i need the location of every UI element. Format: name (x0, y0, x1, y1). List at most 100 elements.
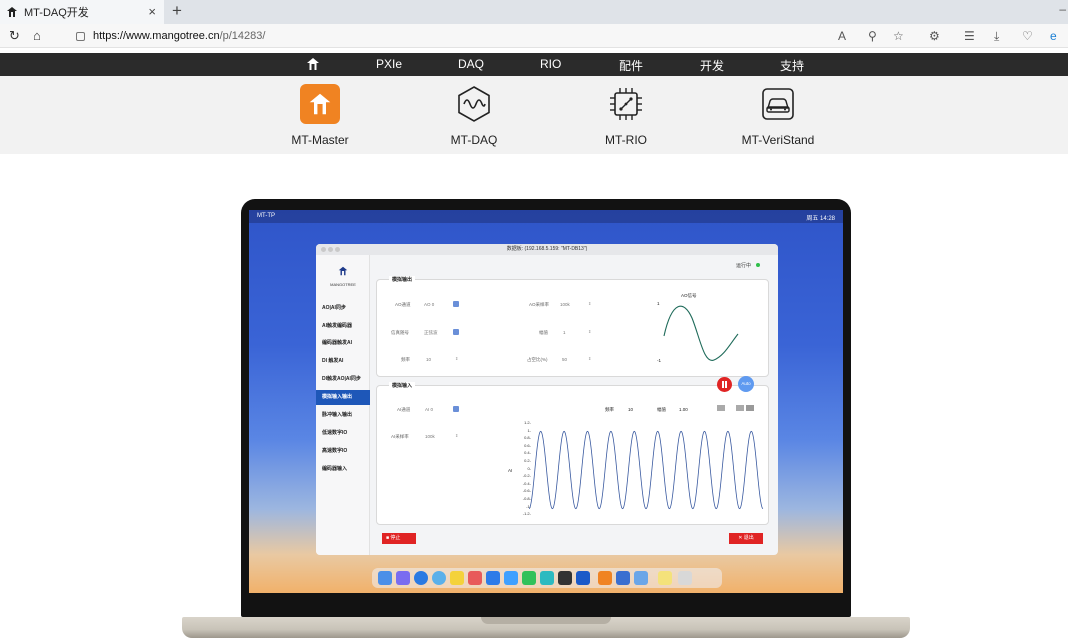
ao-signal-label: 信真随号 (391, 330, 409, 335)
auto-button[interactable]: Auto (738, 376, 754, 392)
messages-icon[interactable] (540, 571, 554, 585)
window-close-icon[interactable] (321, 247, 326, 252)
dropdown-icon[interactable] (453, 301, 459, 307)
stepper-icon[interactable]: ⇕ (588, 301, 591, 306)
settings-icon[interactable] (634, 571, 648, 585)
panel-title: 模拟输出 (389, 276, 416, 283)
ao-channel-label: AO通道 (395, 302, 411, 307)
sidebar-item-analog-io[interactable]: 模拟输入输出 (316, 390, 370, 405)
trash-icon[interactable] (678, 571, 692, 585)
mt-app-icon[interactable] (598, 571, 612, 585)
read-aloud-icon[interactable]: A (838, 29, 846, 43)
sidebar-item-encoder-input[interactable]: 编码器输入 (316, 462, 370, 477)
product-mt-master[interactable]: MT-Master (265, 84, 375, 147)
launchpad-icon[interactable] (396, 571, 410, 585)
app-window: 数据板: (192.168.5.159: "MT-DB13") MANGOTRE… (316, 244, 778, 555)
dropdown-icon[interactable] (453, 329, 459, 335)
mangotree-favicon-icon (7, 7, 17, 17)
notes-icon[interactable] (450, 571, 464, 585)
mangotree-logo-icon (338, 266, 348, 276)
exit-button[interactable]: ✕ 退出 (729, 533, 763, 544)
favorite-star-icon[interactable]: ☆ (893, 29, 904, 43)
sidebar-item-encoder-trigger-ai[interactable]: 编码器触发AI (316, 336, 370, 351)
favorites-icon[interactable]: ☰ (964, 29, 975, 43)
app-store-icon[interactable] (486, 571, 500, 585)
terminal-icon[interactable] (558, 571, 572, 585)
vscode-icon[interactable] (504, 571, 518, 585)
stepper-icon[interactable]: ⇕ (588, 356, 591, 361)
sidebar-item-low-speed-dio[interactable]: 低速数字IO (316, 426, 370, 441)
ao-rate-input[interactable]: 100k (560, 302, 570, 307)
home-icon[interactable]: ⌂ (33, 28, 41, 43)
mac-menu-bar: MT-TP 周五 14:28 (249, 210, 843, 223)
sidebar-item-high-speed-dio[interactable]: 高速数字IO (316, 444, 370, 459)
tab-close-icon[interactable]: × (148, 4, 156, 19)
zoom-icon[interactable]: ⚲ (868, 29, 877, 43)
ao-amp-input[interactable]: 1 (563, 330, 566, 335)
ai-rate-input[interactable]: 100k (425, 434, 435, 439)
reload-icon[interactable]: ↻ (9, 28, 20, 44)
ao-duty-input[interactable]: 50 (562, 357, 567, 362)
safari-icon[interactable] (414, 571, 428, 585)
ai-channel-select[interactable]: AI 0 (425, 407, 433, 412)
sidebar-item-pulse-io[interactable]: 脉冲输入输出 (316, 408, 370, 423)
nav-item-rio[interactable]: RIO (540, 57, 561, 71)
stepper-icon[interactable]: ⇕ (588, 329, 591, 334)
mangotree-logo-icon[interactable] (306, 57, 320, 71)
stop-button[interactable]: ■ 停止 (382, 533, 416, 544)
browser-tab[interactable]: MT-DAQ开发 × (0, 0, 164, 24)
cursor-tool-icon[interactable] (746, 405, 754, 411)
extensions-icon[interactable]: ⚙ (929, 29, 940, 43)
ao-freq-input[interactable]: 10 (426, 357, 431, 362)
product-mt-daq[interactable]: MT-DAQ (419, 84, 529, 147)
minimize-icon[interactable]: – (1059, 2, 1066, 16)
ao-plot-ymin: -1 (657, 358, 662, 363)
browser-essentials-icon[interactable]: ♡ (1022, 29, 1033, 43)
dropdown-icon[interactable] (453, 406, 459, 412)
sidebar-item-ai-trigger-encoder[interactable]: AI触发编码器 (316, 319, 370, 334)
notes-app-icon[interactable] (658, 571, 672, 585)
ai-rate-label: AI采样率 (391, 434, 409, 439)
ai-amp-label: 幅值 (657, 407, 666, 412)
photos-icon[interactable] (468, 571, 482, 585)
sidebar-item-ao-ai-sync[interactable]: AO|AI同步 (316, 301, 370, 316)
ai-plot-ylabel: AI (508, 468, 513, 473)
tab-title: MT-DAQ开发 (24, 7, 89, 19)
stepper-icon[interactable]: ⇕ (455, 433, 458, 438)
product-mt-veristand[interactable]: MT-VeriStand (723, 84, 833, 147)
stepper-icon[interactable]: ⇕ (455, 356, 458, 361)
sidebar-item-di-trigger-ai[interactable]: DI 触发AI (316, 354, 370, 369)
mac-dock (372, 568, 722, 588)
nav-item-develop[interactable]: 开发 (700, 57, 724, 74)
window-zoom-icon[interactable] (335, 247, 340, 252)
nav-item-accessories[interactable]: 配件 (619, 57, 643, 74)
nav-item-daq[interactable]: DAQ (458, 57, 484, 71)
window-minimize-icon[interactable] (328, 247, 333, 252)
mac-clock: 周五 14:28 (806, 216, 835, 222)
ao-channel-select[interactable]: AO 0 (424, 302, 434, 307)
pause-button[interactable] (717, 377, 732, 392)
product-label: MT-VeriStand (741, 133, 815, 147)
wechat-icon[interactable] (522, 571, 536, 585)
nav-item-support[interactable]: 支持 (780, 57, 804, 74)
xcode-icon[interactable] (576, 571, 590, 585)
analog-input-panel: 模拟输入 Auto AI通道 AI 0 AI采样率 100k ⇕ 频率 10 幅… (376, 376, 769, 525)
new-tab-icon[interactable]: + (172, 1, 182, 21)
chrome-icon[interactable] (432, 571, 446, 585)
url-field[interactable]: https://www.mangotree.cn/p/14283/ (64, 27, 914, 45)
finder-icon[interactable] (378, 571, 392, 585)
nav-item-pxie[interactable]: PXIe (376, 57, 402, 71)
downloads-icon[interactable]: ⤓ (994, 29, 999, 44)
browser-tab-strip: MT-DAQ开发 × + – (0, 0, 1068, 24)
chip-icon (606, 84, 646, 124)
zoom-tool-icon[interactable] (717, 405, 725, 411)
edge-icon[interactable]: e (1050, 29, 1057, 43)
ao-signal-select[interactable]: 正弦波 (424, 330, 438, 336)
app-main: 运行中 模拟输出 AO通道 AO 0 信真随号 正弦波 频率 10 ⇕ AO采样… (370, 255, 778, 555)
product-bar: MT-Master MT-DAQ MT-RIO MT-VeriStand (0, 76, 1068, 154)
product-mt-rio[interactable]: MT-RIO (571, 84, 681, 147)
pan-tool-icon[interactable] (736, 405, 744, 411)
mt-tp-icon[interactable] (616, 571, 630, 585)
sidebar-item-di-trigger-ao-ai[interactable]: DI触发AO|AI同步 (316, 372, 370, 387)
ao-rate-label: AO采样率 (529, 302, 550, 307)
